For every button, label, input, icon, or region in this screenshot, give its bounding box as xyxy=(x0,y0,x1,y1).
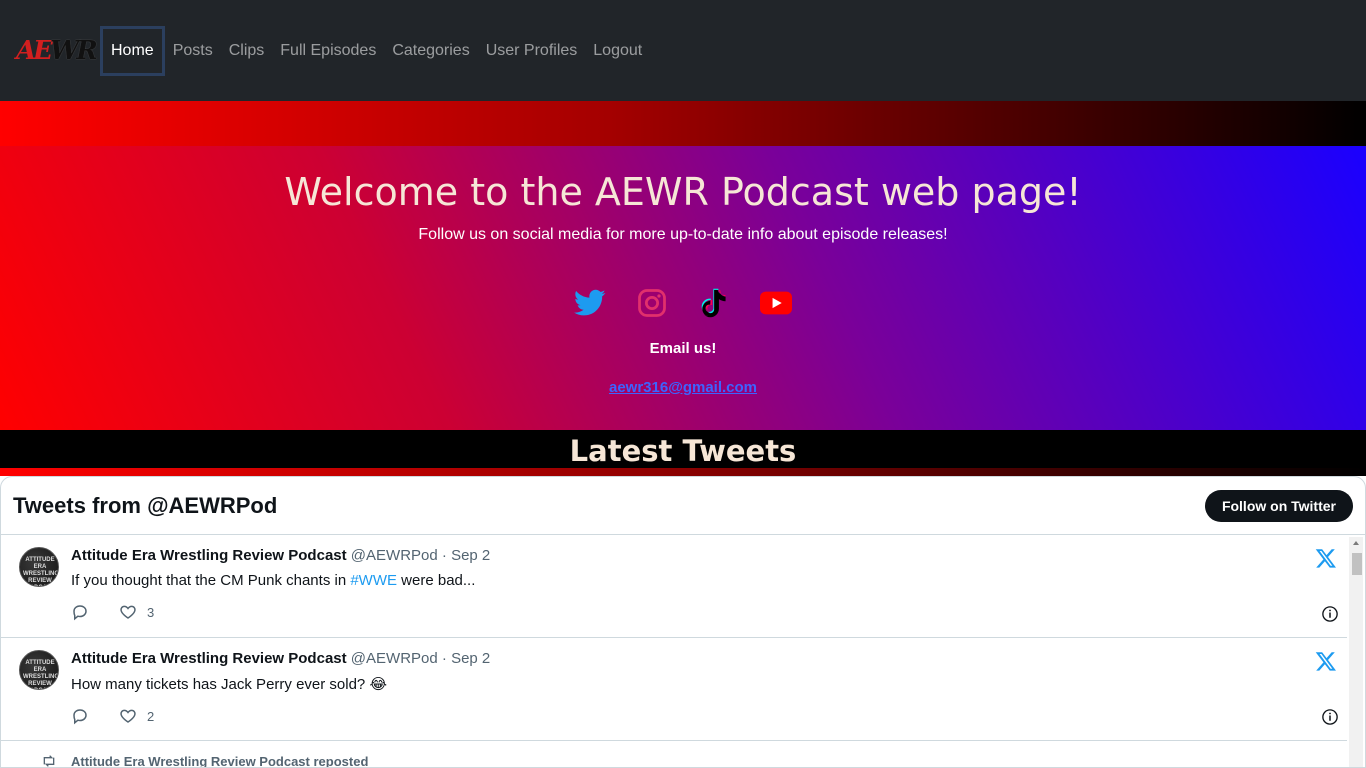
x-logo-icon[interactable] xyxy=(1315,650,1337,672)
brand-logo[interactable]: AEWR xyxy=(16,31,98,71)
nav-clips[interactable]: Clips xyxy=(221,34,273,68)
reply-icon xyxy=(73,605,87,621)
latest-tweets-band: Latest Tweets xyxy=(0,430,1366,468)
timeline-scrollbar[interactable] xyxy=(1349,537,1363,767)
tweet-separator: · xyxy=(441,650,447,667)
tweet-text: If you thought that the CM Punk chants i… xyxy=(71,572,476,589)
nav-full-episodes[interactable]: Full Episodes xyxy=(272,34,384,68)
tweet-handle[interactable]: @AEWRPod xyxy=(351,547,438,564)
tweet-date[interactable]: Sep 2 xyxy=(451,650,490,667)
timeline-header: Tweets from @AEWRPod Follow on Twitter xyxy=(1,477,1365,535)
avatar[interactable]: ATTITUDE ERA WRESTLING REVIEW PODCAST xyxy=(19,650,59,690)
tweet-item[interactable]: ATTITUDE ERA WRESTLING REVIEW PODCAST At… xyxy=(1,638,1347,741)
instagram-icon[interactable] xyxy=(636,287,668,319)
avatar[interactable]: ATTITUDE ERA WRESTLING REVIEW PODCAST xyxy=(19,547,59,587)
repost-icon xyxy=(43,755,55,767)
tweet-item[interactable]: ATTITUDE ERA WRESTLING REVIEW PODCAST At… xyxy=(1,535,1347,638)
youtube-icon[interactable] xyxy=(760,287,792,319)
nav-categories[interactable]: Categories xyxy=(384,34,477,68)
twitter-timeline: Tweets from @AEWRPod Follow on Twitter A… xyxy=(0,476,1366,768)
like-button[interactable]: 3 xyxy=(119,603,154,621)
reply-icon xyxy=(73,709,87,725)
nav-user-profiles[interactable]: User Profiles xyxy=(478,34,586,68)
timeline-title: Tweets from @AEWRPod xyxy=(13,492,278,518)
gradient-strip xyxy=(0,101,1366,146)
repost-indicator: Attitude Era Wrestling Review Podcast re… xyxy=(1,741,1365,768)
latest-tweets-heading: Latest Tweets xyxy=(569,434,797,468)
navbar: AEWR Home Posts Clips Full Episodes Cate… xyxy=(0,0,1366,101)
tweet-handle[interactable]: @AEWRPod xyxy=(351,650,438,667)
social-links xyxy=(0,286,1366,320)
tweet-date[interactable]: Sep 2 xyxy=(451,547,490,564)
info-icon[interactable] xyxy=(1321,605,1339,623)
brand-logo-text: AEWR xyxy=(16,35,98,66)
email-label: Email us! xyxy=(649,340,717,357)
reply-button[interactable] xyxy=(71,603,89,621)
heart-icon xyxy=(120,605,136,619)
tweet-text: How many tickets has Jack Perry ever sol… xyxy=(71,676,387,693)
nav-home[interactable]: Home xyxy=(100,25,165,76)
info-icon[interactable] xyxy=(1321,708,1339,726)
like-button[interactable]: 2 xyxy=(119,707,154,725)
x-logo-icon[interactable] xyxy=(1315,547,1337,569)
tiktok-icon[interactable] xyxy=(698,287,730,319)
repost-label: Attitude Era Wrestling Review Podcast re… xyxy=(71,753,369,768)
hero-section: Welcome to the AEWR Podcast web page! Fo… xyxy=(0,146,1366,430)
tweet-author-name[interactable]: Attitude Era Wrestling Review Podcast xyxy=(71,650,347,667)
follow-on-twitter-button[interactable]: Follow on Twitter xyxy=(1204,489,1353,522)
like-count: 3 xyxy=(147,604,155,620)
heart-icon xyxy=(120,709,136,723)
tweet-author-name[interactable]: Attitude Era Wrestling Review Podcast xyxy=(71,547,347,564)
scroll-up-arrow-icon[interactable] xyxy=(1353,541,1359,545)
nav-posts[interactable]: Posts xyxy=(165,34,221,68)
hero-subtitle: Follow us on social media for more up-to… xyxy=(418,226,948,243)
page-title: Welcome to the AEWR Podcast web page! xyxy=(284,170,1082,214)
twitter-icon[interactable] xyxy=(574,287,606,319)
scrollbar-thumb[interactable] xyxy=(1352,553,1362,575)
nav-logout[interactable]: Logout xyxy=(585,34,650,68)
like-count: 2 xyxy=(147,708,155,724)
email-link[interactable]: aewr316@gmail.com xyxy=(609,379,757,396)
reply-button[interactable] xyxy=(71,707,89,725)
hashtag-link[interactable]: #WWE xyxy=(350,572,397,589)
tweet-separator: · xyxy=(441,547,447,564)
